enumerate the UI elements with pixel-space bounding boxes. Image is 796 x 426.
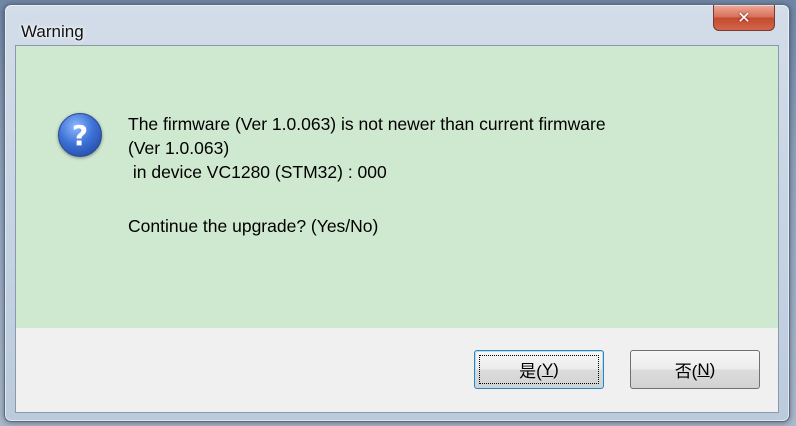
yes-button[interactable]: 是(Y) — [474, 350, 604, 389]
message-area: ? The firmware (Ver 1.0.063) is not newe… — [16, 46, 778, 328]
warning-dialog: Warning ✕ ? The firmware (Ver 1.0.063) i… — [4, 4, 790, 422]
message-line: (Ver 1.0.063) — [128, 138, 230, 158]
message-line: in device VC1280 (STM32) : 000 — [128, 162, 387, 182]
close-icon: ✕ — [737, 8, 751, 27]
dialog-title: Warning — [21, 22, 84, 41]
close-button[interactable]: ✕ — [713, 5, 775, 31]
dialog-client-area: ? The firmware (Ver 1.0.063) is not newe… — [15, 45, 779, 413]
no-button[interactable]: 否(N) — [630, 350, 760, 389]
message-line: The firmware (Ver 1.0.063) is not newer … — [128, 114, 606, 134]
message-text: The firmware (Ver 1.0.063) is not newer … — [128, 112, 748, 238]
focus-rectangle — [479, 355, 599, 384]
title-bar[interactable]: Warning ✕ — [5, 5, 789, 43]
question-text: Continue the upgrade? (Yes/No) — [128, 216, 379, 236]
question-icon: ? — [58, 113, 102, 157]
